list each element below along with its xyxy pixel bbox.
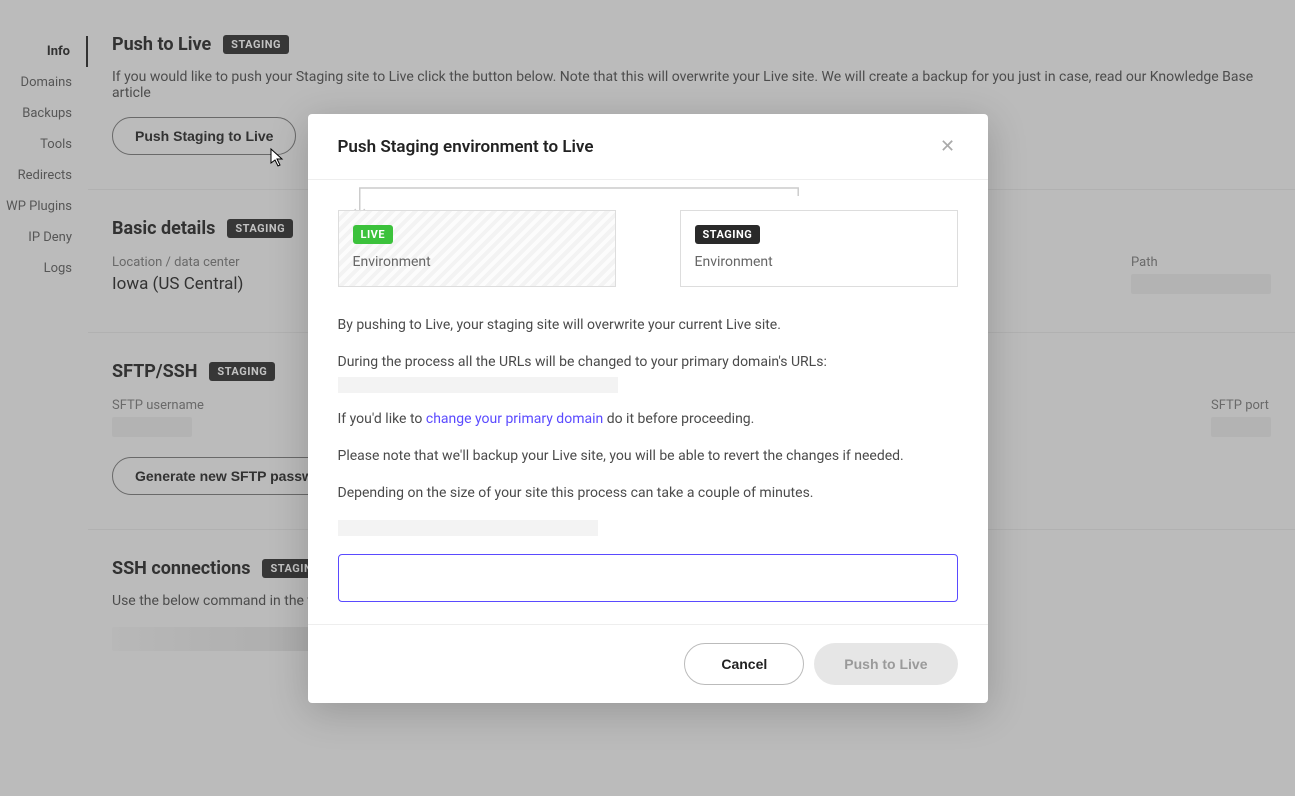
modal-backup-text: Please note that we'll backup your Live …	[338, 446, 958, 467]
close-icon[interactable]: ✕	[938, 136, 958, 157]
text-fragment: If you'd like to	[338, 411, 426, 427]
modal-urls-text: During the process all the URLs will be …	[338, 352, 958, 373]
environment-label: Environment	[353, 254, 601, 270]
environment-label: Environment	[695, 254, 943, 270]
staging-badge: STAGING	[695, 225, 761, 244]
push-to-live-button[interactable]: Push to Live	[814, 643, 957, 685]
live-environment-card: LIVE Environment	[338, 210, 616, 287]
cancel-button[interactable]: Cancel	[684, 643, 804, 685]
modal-change-domain-text: If you'd like to change your primary dom…	[338, 409, 958, 430]
modal-duration-text: Depending on the size of your site this …	[338, 483, 958, 504]
modal-title: Push Staging environment to Live	[338, 137, 594, 157]
confirmation-input[interactable]	[338, 554, 958, 602]
live-badge: LIVE	[353, 225, 394, 244]
staging-environment-card: STAGING Environment	[680, 210, 958, 287]
modal-overlay[interactable]: Push Staging environment to Live ✕ LIVE …	[0, 0, 1295, 796]
text-fragment: do it before proceeding.	[603, 411, 754, 427]
confirm-prompt-redacted	[338, 520, 598, 536]
modal-overwrite-text: By pushing to Live, your staging site wi…	[338, 315, 958, 336]
push-staging-modal: Push Staging environment to Live ✕ LIVE …	[308, 114, 988, 703]
primary-domain-redacted	[338, 377, 618, 393]
change-primary-domain-link[interactable]: change your primary domain	[426, 411, 603, 427]
